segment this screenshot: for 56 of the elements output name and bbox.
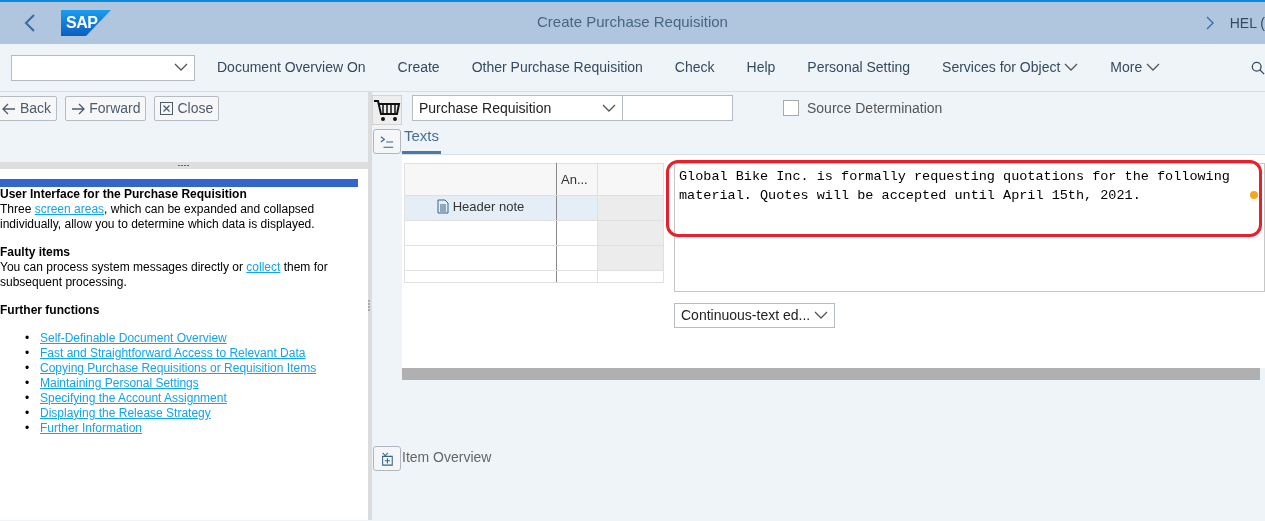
checkbox[interactable] [783, 100, 799, 116]
forward-icon[interactable] [1205, 16, 1214, 30]
toolbar-button[interactable]: Document Overview On [217, 57, 366, 78]
help-paragraph: Three screen areas, which can be expanded and collapsed individually, allow you to determine which data is displayed. [0, 202, 316, 232]
expand-icon [380, 450, 394, 467]
caret-icon [814, 311, 828, 320]
section-title[interactable]: Item Overview [402, 447, 1265, 468]
table-row[interactable]: Header note [404, 195, 557, 221]
document-type-dropdown[interactable]: Purchase Requisition [412, 95, 623, 121]
caret-icon [174, 63, 188, 72]
caret-icon [1064, 63, 1079, 72]
close-button[interactable]: Close [154, 96, 220, 121]
toolbar-button[interactable]: Check [674, 57, 715, 78]
toolbar-button[interactable]: Create [397, 57, 440, 78]
cart-icon [372, 95, 402, 125]
help-heading: Further functions [0, 303, 101, 318]
note-icon [436, 198, 449, 214]
toolbar-button[interactable]: Help [746, 57, 776, 78]
caret-icon [1146, 63, 1161, 72]
arrow-left-icon [2, 102, 16, 115]
bullet: • [25, 376, 31, 391]
grip-icon[interactable] [178, 164, 190, 167]
help-heading: Faulty items [0, 245, 72, 260]
command-dropdown[interactable] [11, 54, 195, 81]
bullet: • [25, 361, 31, 376]
search-icon[interactable] [1251, 59, 1265, 76]
user-menu[interactable]: HEL ( [1229, 12, 1265, 34]
bullet: • [25, 346, 31, 361]
collapse-icon [380, 134, 394, 149]
help-paragraph: You can process system messages directly or collect them for subsequent processing. [0, 260, 329, 290]
page-title: Create Purchase Requisition [537, 12, 728, 32]
number-field[interactable] [623, 95, 733, 121]
back-button[interactable]: Back [0, 96, 58, 121]
status-dot [1250, 191, 1258, 199]
column-header: An... [556, 163, 598, 196]
close-icon [160, 102, 174, 115]
text-editor-field[interactable]: Global Bike Inc. is formally requesting quotations for the following material. Quotes will be accepted until April 15th, 2021. [674, 163, 1265, 292]
caret-icon [602, 103, 616, 113]
bullet: • [25, 406, 31, 421]
bullet: • [25, 331, 31, 346]
toolbar-button[interactable]: Services for Object [942, 57, 1079, 78]
back-icon[interactable] [24, 13, 36, 33]
bullet: • [25, 391, 31, 406]
logo[interactable]: SAP [61, 10, 111, 36]
forward-button[interactable]: Forward [65, 96, 147, 121]
collapse-button[interactable] [373, 129, 401, 154]
editor-mode-dropdown[interactable]: Continuous-text ed... [674, 303, 835, 328]
bullet: • [25, 421, 31, 436]
arrow-right-icon [71, 102, 86, 115]
toolbar-button[interactable]: Personal Setting [807, 57, 911, 78]
toolbar-button[interactable]: Other Purchase Requisition [471, 57, 643, 78]
checkbox-label: Source Determination [807, 98, 943, 118]
toolbar-button[interactable]: More [1110, 57, 1161, 78]
expand-button[interactable] [373, 446, 401, 471]
help-heading: User Interface for the Purchase Requisition [0, 187, 248, 202]
splitter-handle-icon[interactable] [368, 300, 370, 312]
